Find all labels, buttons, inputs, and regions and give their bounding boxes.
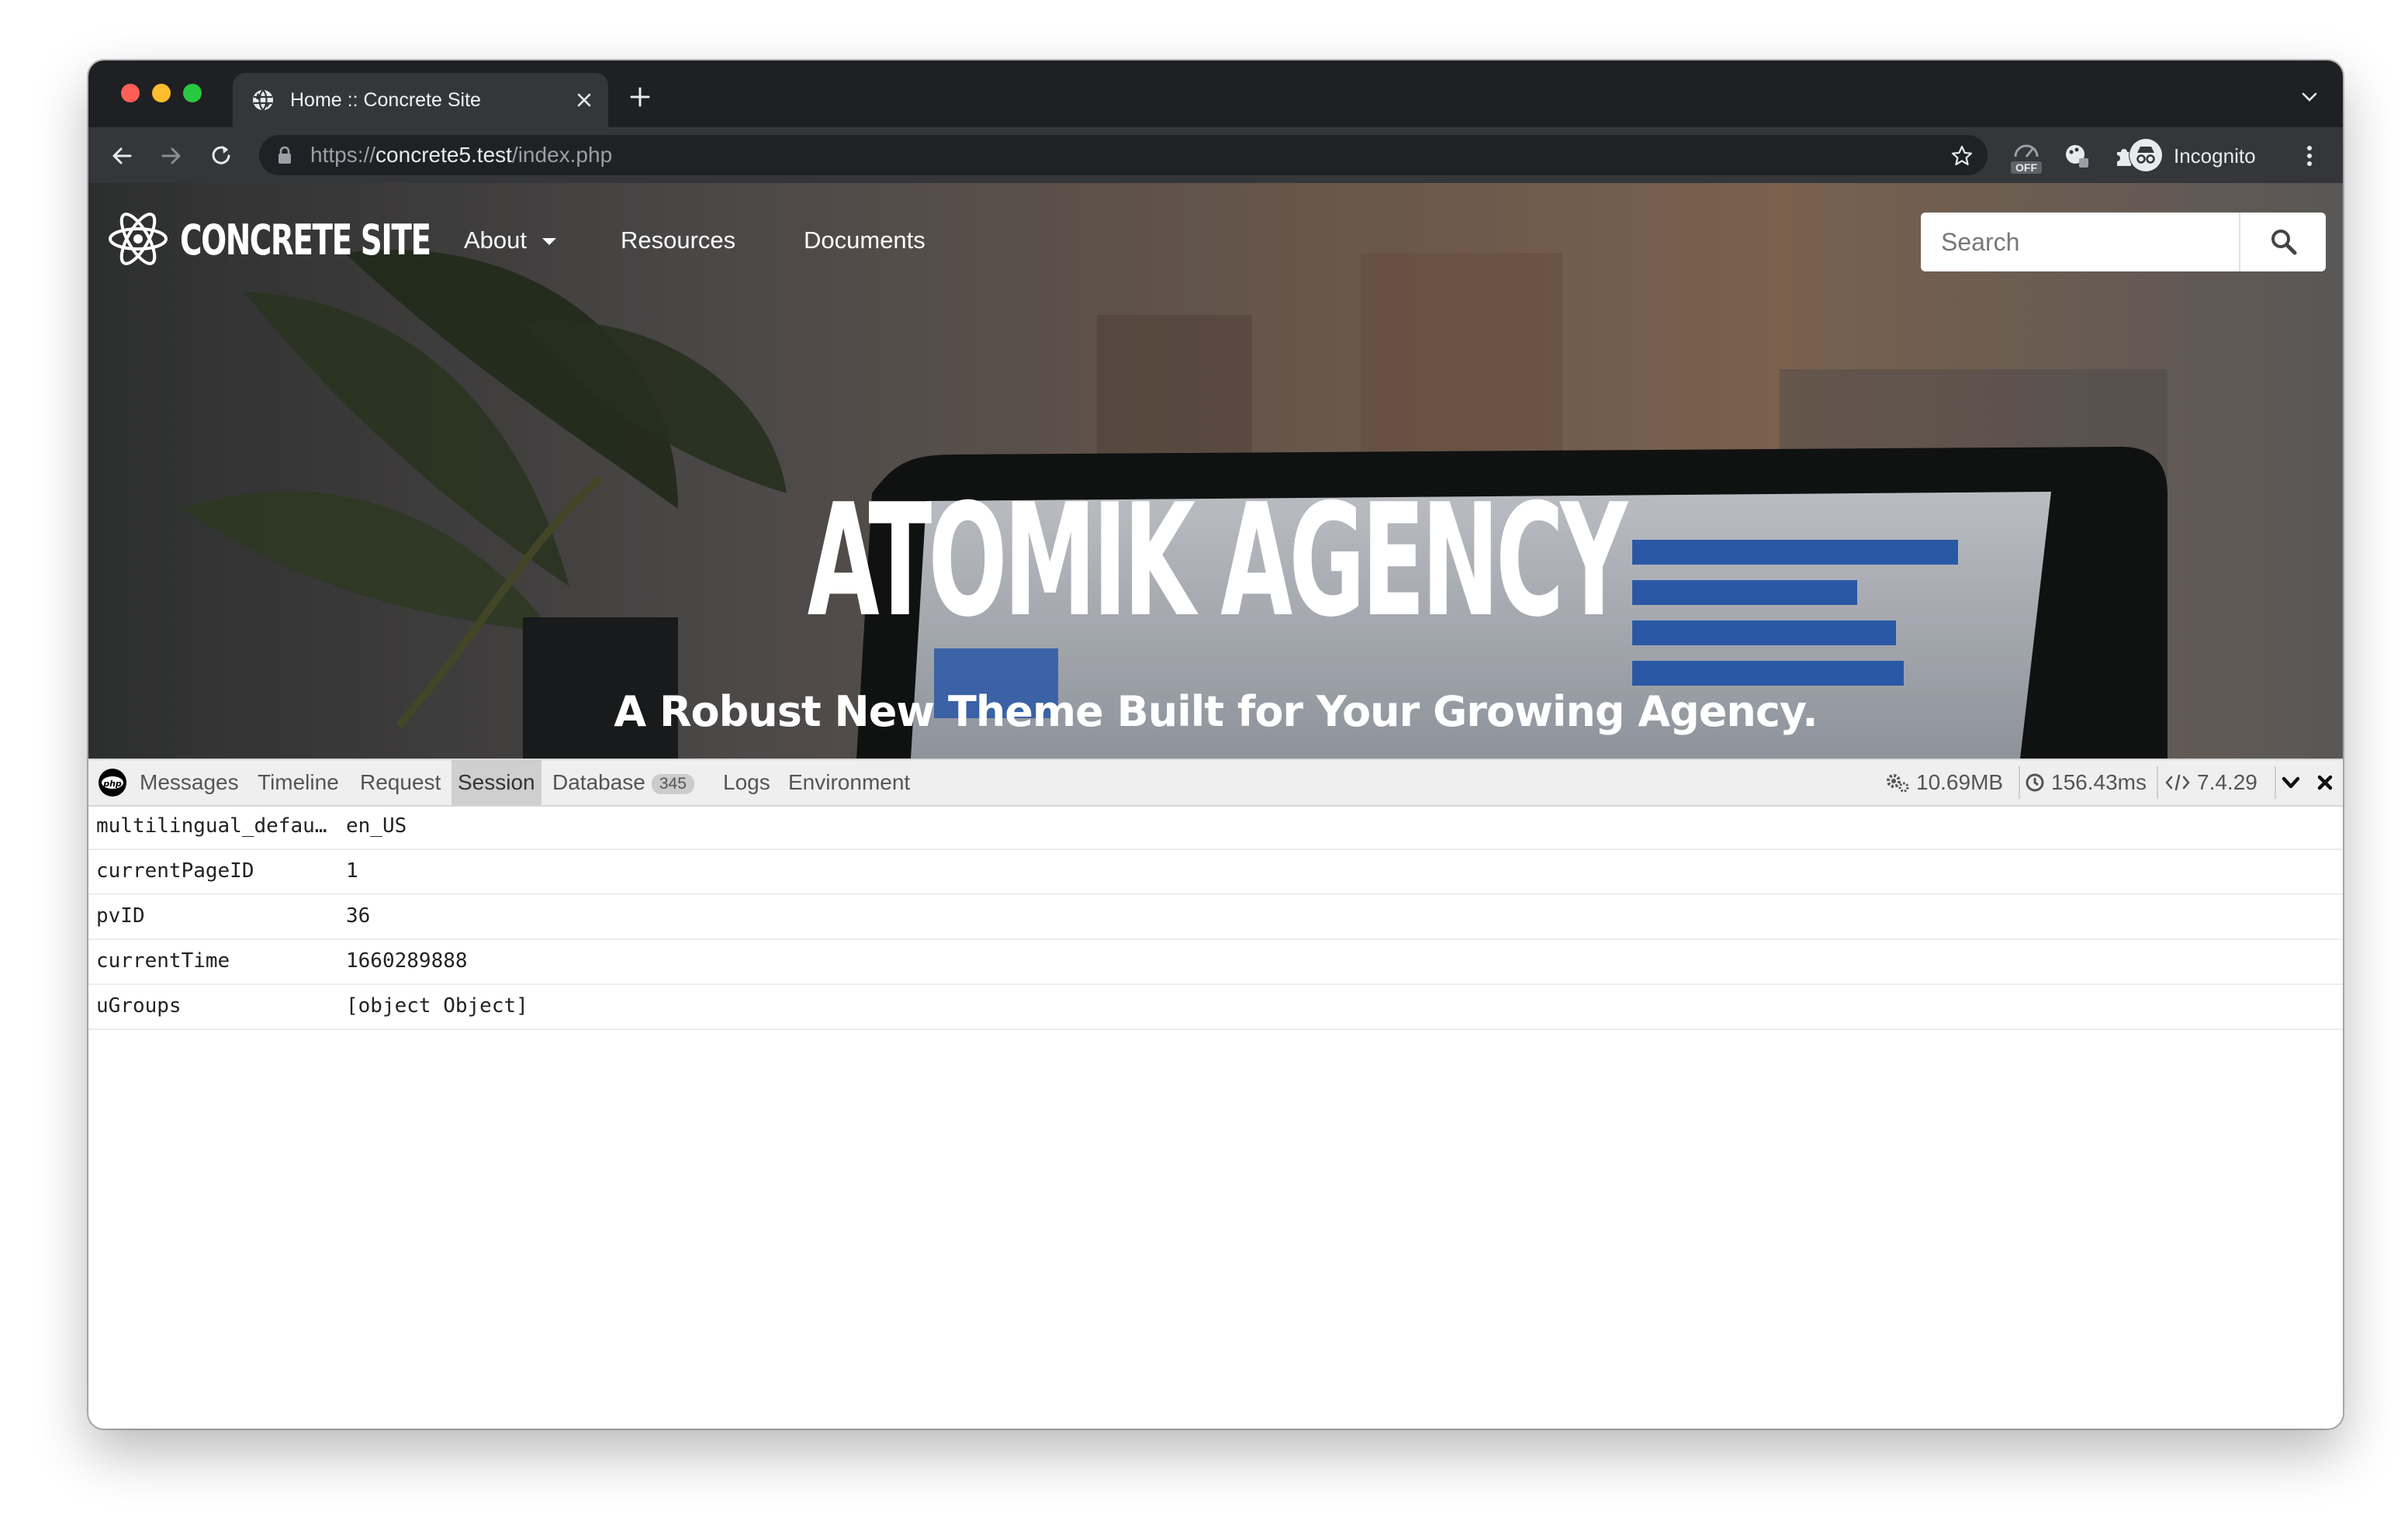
table-row: uGroups [object Object] [88,985,2343,1030]
nav-documents-label: Documents [804,226,925,254]
cogs-icon [1887,773,1909,793]
session-key: pvID [96,904,145,928]
reload-icon[interactable] [208,143,234,169]
site-name: CONCRETE SITE [180,216,431,264]
nav-about-label: About [464,226,528,254]
session-panel: multilingual_defau… en_US currentPageID … [88,805,2343,1030]
browser-toolbar: https://concrete5.test/index.php OFF Inc… [88,127,2343,183]
session-key: uGroups [96,994,182,1018]
debug-tab-messages[interactable]: Messages [140,760,239,805]
debug-separator [2157,766,2158,799]
minimize-window-button[interactable] [152,84,171,102]
clock-icon [2026,773,2044,792]
php-debug-bar: php Messages Timeline Request Session Da… [88,759,2343,807]
extension-palette-icon[interactable] [2064,143,2090,169]
debug-tab-database[interactable]: Database 345 [552,760,694,805]
minimize-debugbar-icon[interactable] [2279,771,2302,794]
code-icon [2165,774,2190,790]
tab-strip: Home :: Concrete Site [88,60,2343,127]
nav-about[interactable]: About [464,226,557,254]
close-tab-icon[interactable] [574,90,594,110]
session-key: currentPageID [96,859,254,883]
incognito-indicator[interactable]: Incognito [2129,138,2256,172]
session-value: 36 [346,904,371,928]
php-version[interactable]: 7.4.29 [2164,760,2258,805]
globe-icon [253,89,273,111]
browser-menu-icon[interactable] [2296,143,2323,169]
session-value: en_US [346,814,407,838]
php-logo-icon[interactable]: php [98,768,127,797]
session-value: [object Object] [346,994,528,1018]
svg-text:php: php [102,779,122,789]
debug-tab-database-label: Database [552,770,645,794]
table-row: currentPageID 1 [88,850,2343,895]
nav-documents[interactable]: Documents [804,226,925,254]
nav-resources-label: Resources [621,226,736,254]
table-row: currentTime 1660289888 [88,940,2343,985]
atom-logo-icon [109,213,168,265]
back-arrow-icon[interactable] [109,143,135,169]
debug-tab-request[interactable]: Request [360,760,441,805]
svg-text:OFF: OFF [2015,161,2037,174]
debug-tab-logs[interactable]: Logs [723,760,770,805]
table-row: pvID 36 [88,895,2343,940]
query-count-badge: 345 [651,773,694,794]
extension-off-icon[interactable]: OFF [2009,138,2043,175]
debug-tab-session[interactable]: Session [452,760,541,805]
session-key: multilingual_defau… [96,814,327,838]
new-tab-icon[interactable] [628,85,652,109]
search-icon [2271,230,2297,255]
session-value: 1660289888 [346,949,468,973]
memory-usage[interactable]: 10.69MB [1885,760,2003,805]
debug-tab-environment[interactable]: Environment [788,760,910,805]
hero-section: CONCRETE SITE About Resources Documents … [88,183,2343,759]
close-window-button[interactable] [121,84,140,102]
address-bar[interactable]: https://concrete5.test/index.php [259,135,1988,175]
search-button[interactable] [2240,213,2326,271]
debug-separator [2019,766,2020,799]
tab-title: Home :: Concrete Site [290,89,481,111]
lock-icon[interactable] [276,146,293,164]
forward-arrow-icon[interactable] [158,143,185,169]
site-search [1921,213,2326,271]
incognito-icon [2129,139,2162,171]
zoom-window-button[interactable] [183,84,202,102]
php-version-value: 7.4.29 [2197,770,2258,794]
caret-down-icon [541,237,556,245]
browser-window: Home :: Concrete Site https://concrete5.… [88,60,2343,1429]
browser-tab[interactable]: Home :: Concrete Site [233,73,608,127]
session-value: 1 [346,859,358,883]
nav-resources[interactable]: Resources [621,226,735,254]
close-debugbar-icon[interactable] [2313,771,2337,794]
debug-separator [2275,766,2276,799]
duration-value: 156.43ms [2051,770,2147,794]
hero-title: ATOMIK AGENCY [807,471,1628,651]
incognito-label: Incognito [2174,144,2256,168]
search-input[interactable] [1921,213,2279,271]
hero-subtitle: A Robust New Theme Built for Your Growin… [614,687,1818,736]
debug-tab-timeline[interactable]: Timeline [258,760,339,805]
bookmark-star-icon[interactable] [1950,144,1974,168]
session-key: currentTime [96,949,230,973]
memory-value: 10.69MB [1916,770,2004,794]
table-row: multilingual_defau… en_US [88,805,2343,850]
chevron-down-icon[interactable] [2299,87,2320,107]
url-text: https://concrete5.test/index.php [310,143,613,167]
request-duration[interactable]: 156.43ms [2025,760,2147,805]
